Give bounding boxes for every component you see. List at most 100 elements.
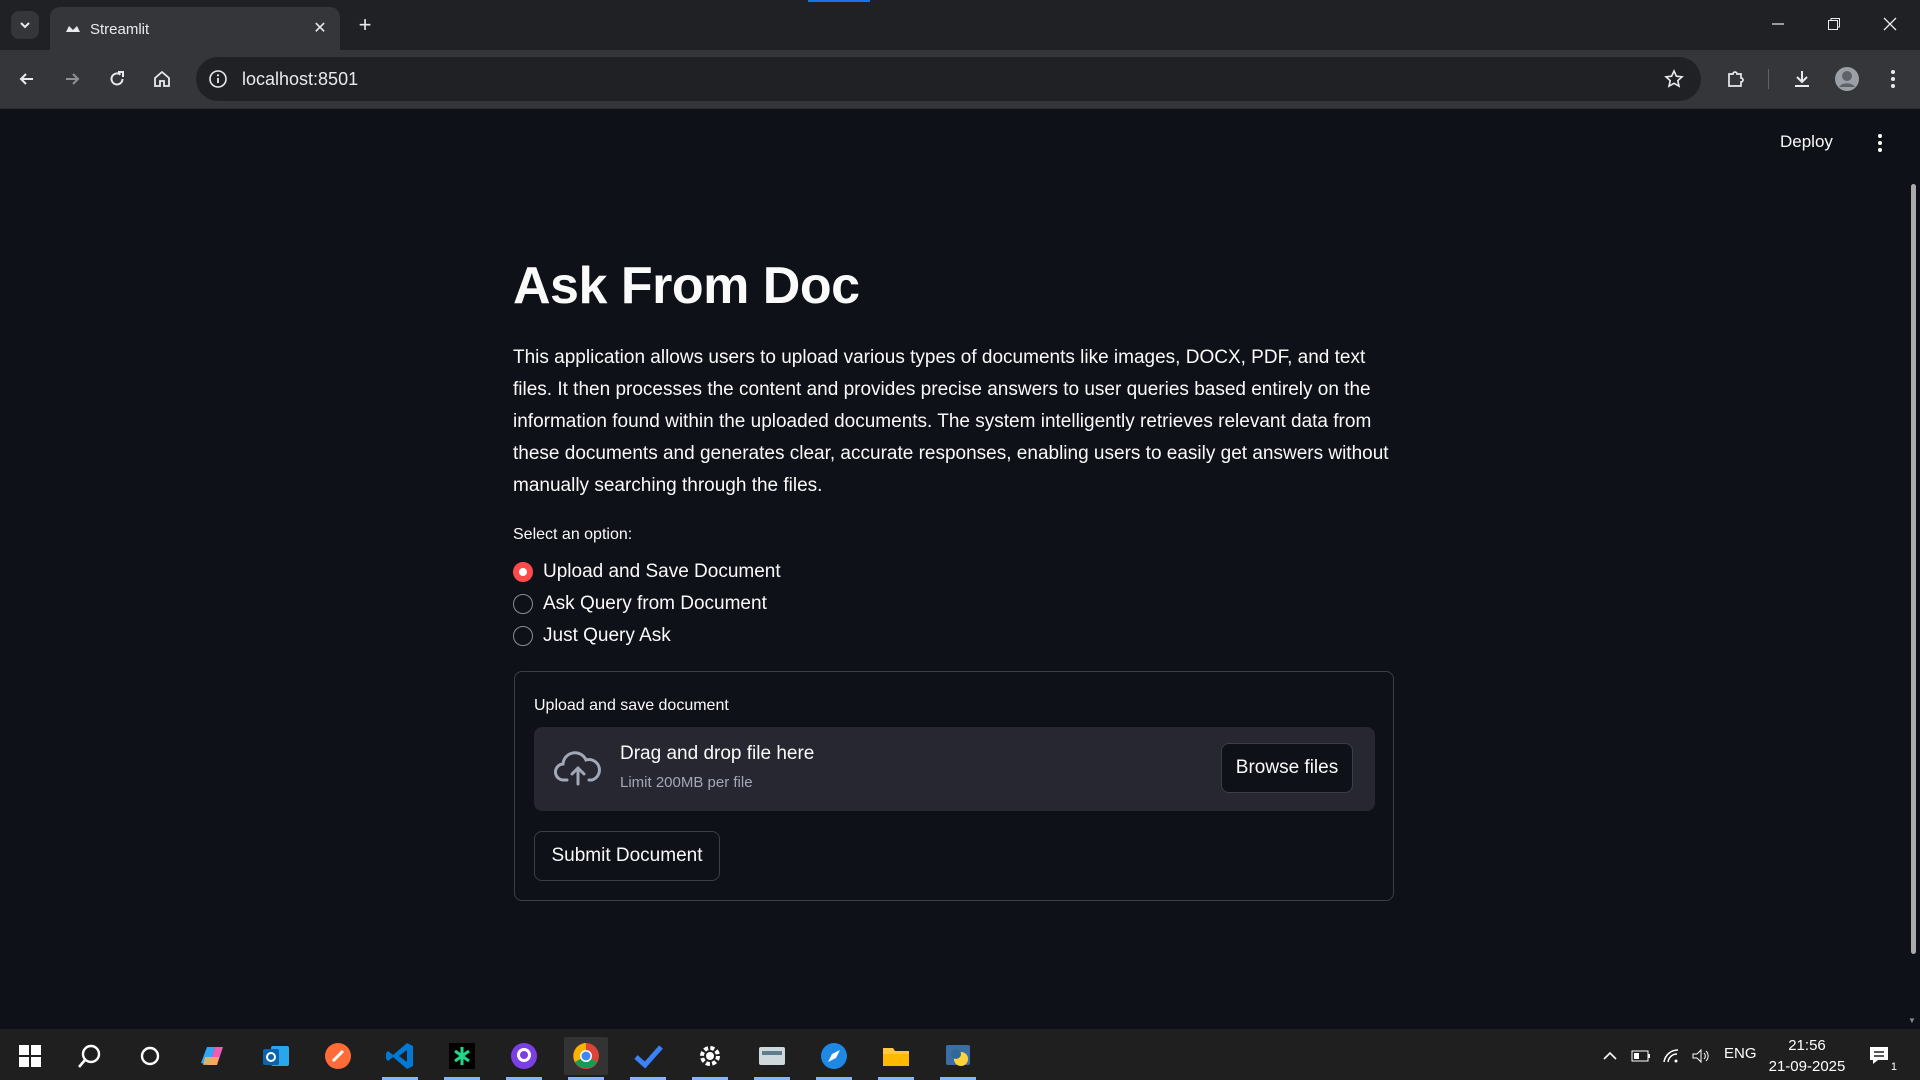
menu-dot — [1878, 134, 1882, 138]
vscode-icon — [386, 1043, 413, 1069]
network-status[interactable] — [1656, 1037, 1686, 1075]
home-button[interactable] — [146, 63, 178, 95]
restore-button[interactable] — [1814, 8, 1854, 40]
deploy-button[interactable]: Deploy — [1780, 132, 1833, 152]
address-bar[interactable]: localhost:8501 — [196, 57, 1701, 101]
python-app[interactable] — [936, 1037, 980, 1080]
chevron-down-icon — [20, 22, 30, 29]
more-vertical-icon — [1891, 70, 1895, 88]
dropzone-title: Drag and drop file here — [620, 743, 815, 764]
radio-option-ask-query[interactable]: Ask Query from Document — [513, 591, 767, 617]
settings-app[interactable] — [688, 1037, 732, 1080]
checkmark-icon — [634, 1045, 663, 1069]
notification-count: 1 — [1890, 1061, 1897, 1073]
close-tab-icon[interactable]: ✕ — [310, 18, 330, 38]
clock-date: 21-09-2025 — [1768, 1058, 1846, 1075]
postman-app[interactable] — [316, 1037, 360, 1075]
back-button[interactable] — [11, 63, 43, 95]
outlook-app[interactable] — [254, 1037, 298, 1075]
tab-search-button[interactable] — [11, 11, 39, 39]
site-info-icon[interactable] — [206, 67, 230, 91]
compass-icon — [821, 1043, 847, 1069]
tab-title: Streamlit — [90, 21, 150, 38]
browser-tab-active[interactable]: Streamlit ✕ — [50, 7, 340, 50]
profile-icon — [1835, 67, 1859, 91]
chrome-app[interactable] — [564, 1037, 608, 1080]
toolbar-separator — [1768, 69, 1769, 89]
github-desktop-app[interactable] — [502, 1037, 546, 1080]
radio-option-upload[interactable]: Upload and Save Document — [513, 559, 781, 585]
windows-taskbar: ENG 21:56 21-09-2025 1 — [0, 1029, 1920, 1080]
github-icon — [511, 1043, 537, 1069]
bug-app-icon — [449, 1043, 475, 1069]
search-button[interactable] — [68, 1037, 112, 1075]
cloud-upload-icon — [554, 751, 601, 786]
intro-paragraph: This application allows users to upload … — [513, 347, 1389, 496]
navigator-app[interactable] — [812, 1037, 856, 1080]
browser-tab-bar: Streamlit ✕ + — [0, 0, 1920, 50]
submit-document-button[interactable]: Submit Document — [534, 831, 720, 881]
gear-icon — [700, 1046, 720, 1066]
bookmark-star-icon[interactable] — [1661, 66, 1687, 92]
radio-button[interactable] — [513, 594, 533, 614]
url-text: localhost:8501 — [242, 69, 359, 89]
copilot-app[interactable] — [190, 1037, 234, 1075]
main-menu-button[interactable] — [1870, 131, 1890, 155]
browser-menu-button[interactable] — [1877, 63, 1909, 95]
file-dropzone[interactable]: Drag and drop file here Limit 200MB per … — [534, 727, 1375, 811]
scroll-down-arrow-icon[interactable]: ▼ — [1908, 1016, 1918, 1025]
python-icon — [946, 1045, 970, 1066]
radio-button[interactable] — [513, 626, 533, 646]
cortana-button[interactable] — [128, 1037, 172, 1075]
radio-label: Ask Query from Document — [543, 593, 767, 614]
show-hidden-icons-button[interactable] — [1598, 1037, 1622, 1075]
extensions-button[interactable] — [1720, 63, 1752, 95]
postman-icon — [325, 1043, 351, 1069]
page-title: Ask From Doc — [513, 257, 860, 315]
todo-app[interactable] — [626, 1037, 670, 1080]
battery-status[interactable] — [1626, 1037, 1656, 1075]
wifi-icon — [1663, 1049, 1679, 1063]
cortana-circle-icon — [140, 1046, 160, 1066]
restore-icon — [1828, 18, 1840, 30]
new-tab-button[interactable]: + — [352, 12, 378, 38]
speaker-icon — [1692, 1048, 1709, 1064]
copilot-icon — [201, 1047, 223, 1065]
menu-dot — [1878, 148, 1882, 152]
windows-logo-icon — [19, 1045, 41, 1067]
arrow-left-icon — [19, 73, 33, 85]
minimize-button[interactable] — [1758, 8, 1798, 40]
profile-avatar[interactable] — [1831, 63, 1863, 95]
explorer-drive-app[interactable] — [750, 1037, 794, 1080]
reload-icon — [110, 71, 124, 86]
radio-option-just-query[interactable]: Just Query Ask — [513, 623, 671, 649]
option-select-label: Select an option: — [513, 526, 633, 543]
close-window-button[interactable] — [1870, 8, 1910, 40]
home-icon — [154, 70, 170, 87]
menu-dot — [1878, 141, 1882, 145]
start-button[interactable] — [8, 1037, 52, 1075]
chrome-icon — [573, 1043, 599, 1069]
folder-icon — [883, 1048, 909, 1066]
downloads-button[interactable] — [1786, 63, 1818, 95]
clock-time: 21:56 — [1788, 1037, 1826, 1054]
input-language[interactable]: ENG — [1724, 1045, 1757, 1062]
radio-button-selected[interactable] — [513, 562, 533, 582]
arrow-right-icon — [66, 73, 80, 85]
file-explorer-app[interactable] — [874, 1037, 918, 1080]
download-icon — [1795, 71, 1809, 87]
radio-label: Upload and Save Document — [543, 561, 781, 582]
page-scrollbar[interactable] — [1911, 184, 1916, 954]
notification-center-button[interactable]: 1 — [1860, 1037, 1900, 1075]
minimize-icon — [1772, 23, 1784, 25]
chevron-up-icon — [1603, 1051, 1617, 1060]
search-icon — [78, 1044, 101, 1068]
volume-control[interactable] — [1686, 1037, 1716, 1075]
system-clock[interactable]: 21:56 21-09-2025 — [1762, 1035, 1852, 1077]
reload-button[interactable] — [101, 63, 133, 95]
pycharm-app[interactable] — [440, 1037, 484, 1080]
forward-button[interactable] — [56, 63, 88, 95]
radio-label: Just Query Ask — [543, 625, 671, 646]
vscode-app[interactable] — [378, 1037, 422, 1080]
browse-files-button[interactable]: Browse files — [1221, 743, 1353, 793]
